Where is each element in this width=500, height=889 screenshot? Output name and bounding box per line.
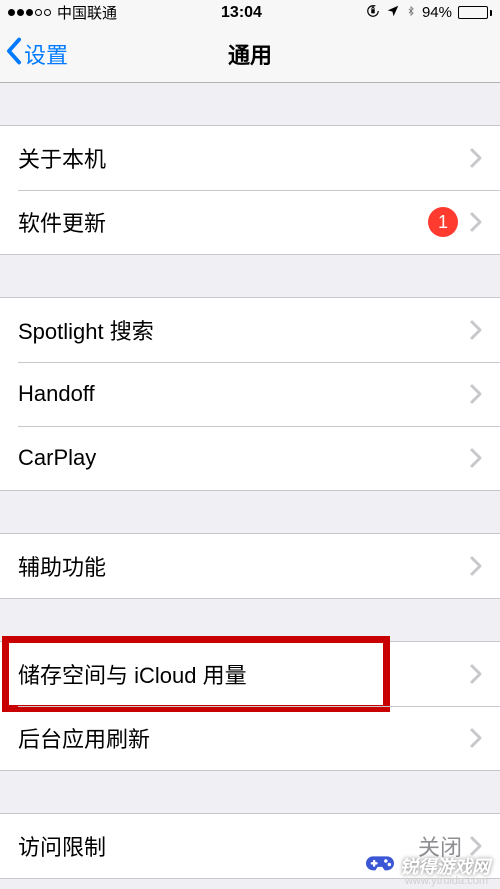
row-label: Handoff: [18, 381, 470, 407]
settings-group: 关于本机软件更新1: [0, 125, 500, 255]
nav-bar: 设置 通用: [0, 25, 500, 83]
row-carplay[interactable]: CarPlay: [0, 426, 500, 490]
group-gap: [0, 255, 500, 297]
row-background-refresh[interactable]: 后台应用刷新: [0, 706, 500, 770]
settings-content: 关于本机软件更新1 Spotlight 搜索 Handoff CarPlay 辅助功能储…: [0, 83, 500, 879]
group-gap: [0, 83, 500, 125]
watermark-url: www.ytruida.com: [405, 875, 488, 887]
battery-percentage: 94%: [422, 4, 452, 21]
status-time: 13:04: [221, 4, 262, 22]
chevron-right-icon: [470, 664, 482, 684]
chevron-right-icon: [470, 728, 482, 748]
battery-icon: [458, 6, 492, 19]
row-storage-icloud[interactable]: 储存空间与 iCloud 用量: [0, 642, 500, 706]
status-left: 中国联通: [8, 2, 117, 23]
row-software-update[interactable]: 软件更新1: [0, 190, 500, 254]
settings-group: Spotlight 搜索 Handoff CarPlay: [0, 297, 500, 491]
chevron-right-icon: [470, 320, 482, 340]
row-handoff[interactable]: Handoff: [0, 362, 500, 426]
chevron-right-icon: [470, 448, 482, 468]
row-spotlight[interactable]: Spotlight 搜索: [0, 298, 500, 362]
location-icon: [386, 4, 400, 22]
row-label: 储存空间与 iCloud 用量: [18, 658, 470, 690]
signal-strength-icon: [8, 9, 51, 16]
settings-group: 辅助功能: [0, 533, 500, 599]
status-bar: 中国联通 13:04 94%: [0, 0, 500, 25]
row-label: 辅助功能: [18, 550, 470, 582]
row-label: CarPlay: [18, 445, 470, 471]
page-title: 通用: [0, 38, 500, 70]
notification-badge: 1: [428, 207, 458, 237]
carrier-label: 中国联通: [57, 2, 117, 23]
row-label: 后台应用刷新: [18, 722, 470, 754]
group-gap: [0, 491, 500, 533]
bluetooth-icon: [406, 4, 416, 22]
chevron-right-icon: [470, 212, 482, 232]
row-label: 软件更新: [18, 206, 428, 238]
chevron-right-icon: [470, 148, 482, 168]
settings-group: 储存空间与 iCloud 用量后台应用刷新: [0, 641, 500, 771]
status-right: 94%: [366, 4, 492, 22]
row-label: 关于本机: [18, 142, 470, 174]
chevron-right-icon: [470, 556, 482, 576]
back-label: 设置: [24, 38, 68, 70]
orientation-lock-icon: [366, 4, 380, 22]
group-gap: [0, 599, 500, 641]
group-gap: [0, 771, 500, 813]
row-accessibility[interactable]: 辅助功能: [0, 534, 500, 598]
back-button[interactable]: 设置: [0, 37, 68, 71]
row-about[interactable]: 关于本机: [0, 126, 500, 190]
row-label: Spotlight 搜索: [18, 314, 470, 346]
watermark: 锐得游戏网 www.ytruida.com: [336, 841, 496, 885]
gamepad-icon: [366, 854, 394, 878]
chevron-left-icon: [6, 37, 22, 71]
chevron-right-icon: [470, 384, 482, 404]
